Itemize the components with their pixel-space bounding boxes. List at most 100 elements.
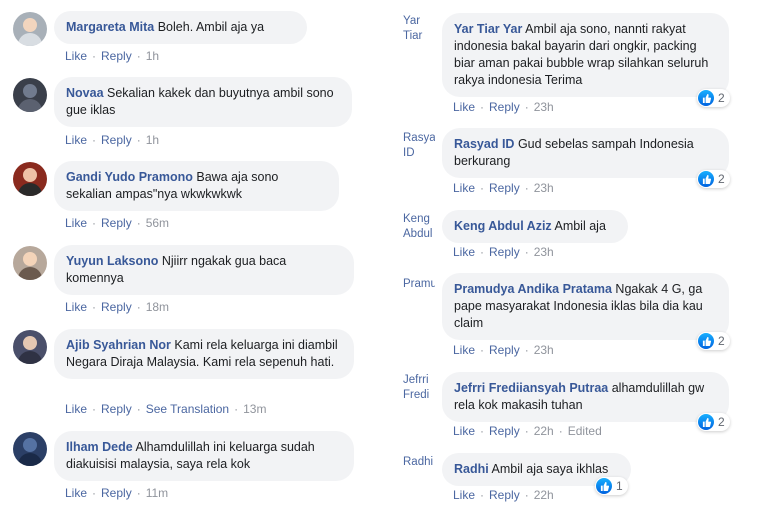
reply-link[interactable]: Reply bbox=[489, 245, 520, 259]
like-link[interactable]: Like bbox=[65, 300, 87, 314]
reaction-count[interactable]: 2 bbox=[697, 170, 730, 188]
reaction-number: 2 bbox=[718, 415, 725, 429]
reply-link[interactable]: Reply bbox=[101, 300, 132, 314]
comment-author[interactable]: Jefrri Frediiansyah Putraa bbox=[454, 381, 608, 395]
reply-link[interactable]: Reply bbox=[489, 181, 520, 195]
avatar[interactable] bbox=[13, 246, 47, 280]
reply-link[interactable]: Reply bbox=[101, 133, 132, 147]
reaction-count[interactable]: 1 bbox=[595, 477, 628, 495]
comment-actions: Like · Reply · 56m bbox=[65, 216, 170, 230]
comment-actions: Like · Reply · 22h · Edited bbox=[453, 424, 602, 438]
avatar-body bbox=[18, 33, 42, 46]
like-link[interactable]: Like bbox=[65, 486, 87, 500]
reaction-count[interactable]: 2 bbox=[697, 332, 730, 350]
like-link[interactable]: Like bbox=[453, 245, 475, 259]
comment-author[interactable]: Pramudya Andika Pratama bbox=[454, 282, 612, 296]
comment-author[interactable]: Rasyad ID bbox=[454, 137, 514, 151]
reaction-number: 2 bbox=[718, 334, 725, 348]
avatar[interactable] bbox=[13, 330, 47, 364]
avatar-face bbox=[23, 438, 37, 452]
comment-author[interactable]: Margareta Mita bbox=[66, 20, 154, 34]
reaction-number: 2 bbox=[718, 91, 725, 105]
comment-bubble: Novaa Sekalian kakek dan buyutnya ambil … bbox=[54, 77, 352, 127]
comment-time[interactable]: 23h bbox=[534, 100, 554, 114]
comment-actions: Like · Reply · 1h bbox=[65, 49, 160, 63]
avatar-face bbox=[23, 336, 37, 350]
comment-time[interactable]: 22h bbox=[534, 488, 554, 502]
comment-actions: Like · Reply · See Translation · 13m bbox=[65, 402, 267, 416]
comment-bubble: Jefrri Frediiansyah Putraa alhamdulillah… bbox=[442, 372, 729, 422]
thumbs-up-icon bbox=[698, 333, 714, 349]
avatar[interactable] bbox=[13, 162, 47, 196]
comment-author[interactable]: Keng Abdul Aziz bbox=[454, 219, 552, 233]
comment-actions: Like · Reply · 11m bbox=[65, 486, 169, 500]
comment-actions: Like · Reply · 22h bbox=[453, 488, 554, 502]
like-link[interactable]: Like bbox=[453, 488, 475, 502]
comment-time[interactable]: 18m bbox=[146, 300, 169, 314]
comment-actions: Like · Reply · 1h bbox=[65, 133, 160, 147]
comment-bubble: Yar Tiar Yar Ambil aja sono, nannti raky… bbox=[442, 13, 729, 97]
like-link[interactable]: Like bbox=[453, 100, 475, 114]
avatar[interactable] bbox=[13, 12, 47, 46]
reply-link[interactable]: Reply bbox=[101, 49, 132, 63]
truncated-author-name[interactable]: Yar Tiar bbox=[403, 14, 435, 44]
comment-time[interactable]: 56m bbox=[146, 216, 169, 230]
avatar-body bbox=[18, 183, 42, 196]
comment-text: Ambil aja bbox=[554, 219, 606, 233]
comment-time[interactable]: 11m bbox=[146, 486, 168, 500]
comment-author[interactable]: Novaa bbox=[66, 86, 104, 100]
comment-author[interactable]: Radhi bbox=[454, 462, 489, 476]
comment-author[interactable]: Ilham Dede bbox=[66, 440, 133, 454]
comment-text: Ambil aja saya ikhlas bbox=[491, 462, 609, 476]
comment-bubble: Margareta Mita Boleh. Ambil aja ya bbox=[54, 11, 307, 44]
reply-link[interactable]: Reply bbox=[101, 402, 132, 416]
reply-link[interactable]: Reply bbox=[101, 486, 132, 500]
like-link[interactable]: Like bbox=[453, 424, 475, 438]
comment-actions: Like · Reply · 23h bbox=[453, 181, 554, 195]
comment-author[interactable]: Gandi Yudo Pramono bbox=[66, 170, 193, 184]
like-link[interactable]: Like bbox=[65, 216, 87, 230]
comment-author[interactable]: Yuyun Laksono bbox=[66, 254, 158, 268]
comment-time[interactable]: 22h bbox=[534, 424, 554, 438]
like-link[interactable]: Like bbox=[453, 181, 475, 195]
thumbs-up-icon bbox=[698, 90, 714, 106]
comment-bubble: Rasyad ID Gud sebelas sampah Indonesia b… bbox=[442, 128, 729, 178]
truncated-author-name[interactable]: Rasyad ID bbox=[403, 131, 435, 161]
avatar-body bbox=[18, 351, 42, 364]
truncated-author-name[interactable]: Jefrri Fredi bbox=[403, 373, 435, 403]
comment-time[interactable]: 1h bbox=[146, 49, 159, 63]
edited-label[interactable]: Edited bbox=[568, 424, 602, 438]
avatar-face bbox=[23, 168, 37, 182]
comment-time[interactable]: 23h bbox=[534, 245, 554, 259]
left-comment-column: Margareta Mita Boleh. Ambil aja ya Like ·… bbox=[0, 0, 380, 514]
reply-link[interactable]: Reply bbox=[489, 343, 520, 357]
comment-bubble: Ilham Dede Alhamdulillah ini keluarga su… bbox=[54, 431, 354, 481]
comment-time[interactable]: 1h bbox=[146, 133, 159, 147]
comment-author[interactable]: Ajib Syahrian Nor bbox=[66, 338, 171, 352]
thumbs-up-icon bbox=[698, 414, 714, 430]
avatar[interactable] bbox=[13, 432, 47, 466]
like-link[interactable]: Like bbox=[65, 133, 87, 147]
reply-link[interactable]: Reply bbox=[489, 100, 520, 114]
comment-actions: Like · Reply · 23h bbox=[453, 245, 554, 259]
see-translation-link[interactable]: See Translation bbox=[146, 402, 229, 416]
reply-link[interactable]: Reply bbox=[489, 488, 520, 502]
like-link[interactable]: Like bbox=[65, 49, 87, 63]
comment-text: Boleh. Ambil aja ya bbox=[157, 20, 265, 34]
comment-time[interactable]: 23h bbox=[534, 343, 554, 357]
comment-time[interactable]: 23h bbox=[534, 181, 554, 195]
truncated-author-name[interactable]: Radhi bbox=[403, 455, 435, 470]
reaction-count[interactable]: 2 bbox=[697, 89, 730, 107]
avatar-body bbox=[18, 453, 42, 466]
reaction-count[interactable]: 2 bbox=[697, 413, 730, 431]
comment-author[interactable]: Yar Tiar Yar bbox=[454, 22, 522, 36]
truncated-author-name[interactable]: Keng Abdul bbox=[403, 212, 435, 242]
truncated-author-name[interactable]: Pramudya bbox=[403, 277, 435, 292]
reply-link[interactable]: Reply bbox=[489, 424, 520, 438]
like-link[interactable]: Like bbox=[65, 402, 87, 416]
reply-link[interactable]: Reply bbox=[101, 216, 132, 230]
like-link[interactable]: Like bbox=[453, 343, 475, 357]
comment-actions: Like · Reply · 23h bbox=[453, 100, 554, 114]
comment-time[interactable]: 13m bbox=[243, 402, 266, 416]
avatar[interactable] bbox=[13, 78, 47, 112]
